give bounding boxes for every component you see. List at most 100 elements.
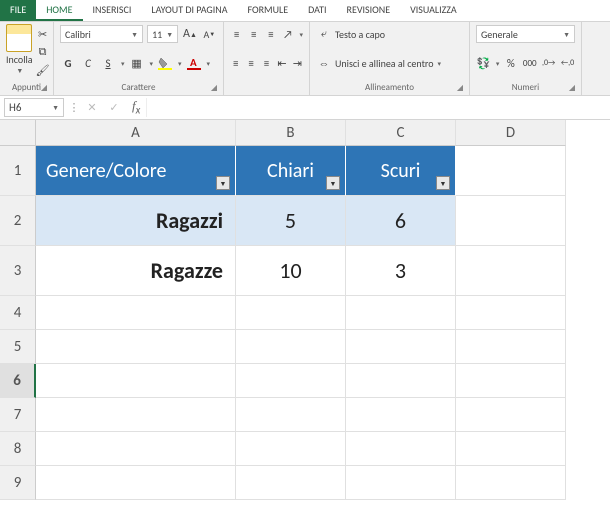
table-cell[interactable]: 6: [346, 196, 456, 246]
cell[interactable]: [456, 398, 566, 432]
cell[interactable]: [236, 364, 346, 398]
align-bottom-icon[interactable]: ≡: [264, 26, 277, 42]
dialog-launcher-icon[interactable]: ◢: [211, 83, 217, 93]
tab-layout[interactable]: LAYOUT DI PAGINA: [141, 0, 237, 21]
italic-button[interactable]: C: [80, 55, 96, 71]
borders-icon[interactable]: ▦: [129, 55, 145, 71]
percent-icon[interactable]: %: [503, 55, 518, 71]
number-format-select[interactable]: Generale▼: [476, 25, 575, 43]
tab-data[interactable]: DATI: [298, 0, 336, 21]
table-cell[interactable]: 5: [236, 196, 346, 246]
wrap-text-button[interactable]: ⤶ Testo a capo: [316, 24, 463, 44]
dialog-launcher-icon[interactable]: ◢: [41, 83, 47, 93]
increase-font-icon[interactable]: A▲: [182, 26, 197, 42]
orientation-icon[interactable]: ↗: [281, 26, 294, 42]
table-row-label[interactable]: Ragazzi: [36, 196, 236, 246]
dialog-launcher-icon[interactable]: ◢: [569, 83, 575, 93]
decrease-indent-icon[interactable]: ⇤: [276, 55, 287, 71]
cell[interactable]: [456, 296, 566, 330]
fx-icon[interactable]: fx: [132, 98, 140, 117]
select-all-corner[interactable]: [0, 120, 36, 146]
underline-button[interactable]: S: [100, 55, 116, 71]
cancel-icon[interactable]: ✕: [84, 100, 100, 116]
cell[interactable]: [346, 296, 456, 330]
row-header[interactable]: 3: [0, 246, 36, 296]
cell[interactable]: [456, 196, 566, 246]
col-header[interactable]: C: [346, 120, 456, 146]
align-middle-icon[interactable]: ≡: [247, 26, 260, 42]
decrease-decimal-icon[interactable]: ←,0: [560, 55, 575, 71]
decrease-font-icon[interactable]: A▼: [202, 26, 217, 42]
table-row-label[interactable]: Ragazze: [36, 246, 236, 296]
cell[interactable]: [456, 146, 566, 196]
row-header[interactable]: 2: [0, 196, 36, 246]
align-center-icon[interactable]: ≡: [245, 55, 256, 71]
align-left-icon[interactable]: ≡: [230, 55, 241, 71]
cell[interactable]: [36, 296, 236, 330]
cut-icon[interactable]: ✂: [35, 26, 51, 42]
bold-button[interactable]: G: [60, 55, 76, 71]
cell[interactable]: [36, 432, 236, 466]
cell[interactable]: [456, 330, 566, 364]
align-right-icon[interactable]: ≡: [261, 55, 272, 71]
copy-icon[interactable]: ⧉: [35, 44, 51, 60]
cell[interactable]: [36, 466, 236, 500]
cell[interactable]: [236, 398, 346, 432]
name-box[interactable]: H6▼: [4, 98, 64, 117]
font-color-icon[interactable]: A: [186, 55, 202, 71]
table-header-cell[interactable]: Scuri ▼: [346, 146, 456, 196]
tab-insert[interactable]: INSERISCI: [83, 0, 142, 21]
align-top-icon[interactable]: ≡: [230, 26, 243, 42]
dialog-launcher-icon[interactable]: ◢: [457, 83, 463, 93]
formula-input[interactable]: [146, 98, 610, 117]
cell[interactable]: [236, 466, 346, 500]
cell[interactable]: [456, 466, 566, 500]
col-header[interactable]: D: [456, 120, 566, 146]
cell[interactable]: [236, 296, 346, 330]
cell[interactable]: [346, 466, 456, 500]
row-header[interactable]: 8: [0, 432, 36, 466]
cell[interactable]: [236, 432, 346, 466]
filter-dropdown-icon[interactable]: ▼: [436, 176, 450, 190]
font-size-select[interactable]: 11▼: [147, 25, 178, 43]
fill-color-icon[interactable]: [157, 55, 173, 71]
row-header[interactable]: 7: [0, 398, 36, 432]
cell[interactable]: [456, 364, 566, 398]
tab-view[interactable]: VISUALIZZA: [400, 0, 467, 21]
merge-center-button[interactable]: ⇔ Unisci e allinea al centro▾: [316, 53, 463, 73]
row-header[interactable]: 5: [0, 330, 36, 364]
row-header[interactable]: 1: [0, 146, 36, 196]
cell[interactable]: [36, 364, 236, 398]
increase-indent-icon[interactable]: ⇥: [292, 55, 303, 71]
tab-file[interactable]: FILE: [0, 0, 36, 21]
increase-decimal-icon[interactable]: ,0→: [541, 55, 556, 71]
table-header-cell[interactable]: Chiari ▼: [236, 146, 346, 196]
cell[interactable]: [346, 432, 456, 466]
row-header[interactable]: 4: [0, 296, 36, 330]
cell[interactable]: [456, 246, 566, 296]
cell[interactable]: [346, 398, 456, 432]
enter-icon[interactable]: ✓: [106, 100, 122, 116]
thousands-icon[interactable]: 000: [522, 55, 537, 71]
cell[interactable]: [456, 432, 566, 466]
format-painter-icon[interactable]: 🖌: [35, 62, 51, 78]
cell[interactable]: [346, 364, 456, 398]
cell[interactable]: [36, 330, 236, 364]
currency-icon[interactable]: 💱: [476, 55, 491, 71]
cell[interactable]: [236, 330, 346, 364]
table-header-cell[interactable]: Genere/Colore ▼: [36, 146, 236, 196]
cell[interactable]: [36, 398, 236, 432]
cell[interactable]: [346, 330, 456, 364]
tab-home[interactable]: HOME: [36, 0, 82, 21]
font-name-select[interactable]: Calibri▼: [60, 25, 143, 43]
row-header[interactable]: 6: [0, 364, 36, 398]
filter-dropdown-icon[interactable]: ▼: [326, 176, 340, 190]
table-cell[interactable]: 10: [236, 246, 346, 296]
filter-dropdown-icon[interactable]: ▼: [216, 176, 230, 190]
tab-formulas[interactable]: FORMULE: [237, 0, 298, 21]
paste-button[interactable]: Incolla ▼: [6, 24, 33, 78]
row-header[interactable]: 9: [0, 466, 36, 500]
tab-review[interactable]: REVISIONE: [337, 0, 401, 21]
table-cell[interactable]: 3: [346, 246, 456, 296]
col-header[interactable]: B: [236, 120, 346, 146]
